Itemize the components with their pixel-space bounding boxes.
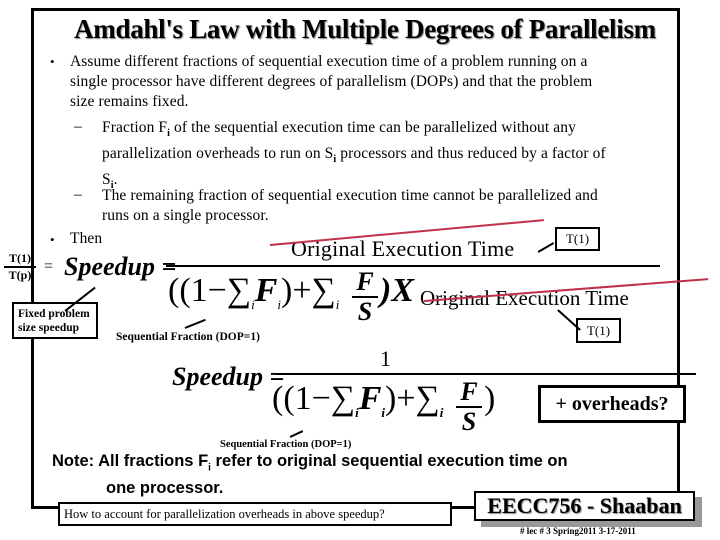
bullet-icon: • bbox=[50, 232, 55, 247]
fraction-F-over-S-2: F S bbox=[456, 378, 482, 436]
box-line: size speedup bbox=[18, 322, 80, 334]
frac-numerator-F: F bbox=[356, 267, 374, 296]
fixed-problem-size-box: Fixed problem size speedup bbox=[12, 302, 98, 339]
t1-box-top: T(1) bbox=[555, 227, 600, 251]
speedup-label-2: Speedup = bbox=[172, 362, 285, 391]
numerator-one: 1 bbox=[380, 346, 391, 371]
fraction-F-over-S: F S bbox=[352, 268, 378, 326]
fraction-bar-2 bbox=[276, 373, 696, 375]
frac-denominator-S: S bbox=[461, 407, 477, 436]
sub-bullet-fraction: Fraction Fi of the sequential execution … bbox=[102, 118, 606, 196]
dash-icon: – bbox=[74, 118, 82, 135]
fraction-bar bbox=[166, 265, 660, 267]
speedup-label: Speedup = bbox=[64, 252, 177, 281]
text: refer to original sequential execution t… bbox=[210, 452, 568, 470]
sub-bullet-line: parallelization overheads to run on Si p… bbox=[102, 144, 606, 170]
expr-sum-open: ((1−∑ bbox=[168, 272, 252, 309]
bullet-line: Assume different fractions of sequential… bbox=[70, 53, 588, 70]
lhs-fraction: T(1) T(p) bbox=[4, 251, 36, 283]
box-line: Fixed problem bbox=[18, 308, 90, 320]
overheads-question-box: How to account for parallelization overh… bbox=[58, 502, 452, 526]
dash-icon: – bbox=[74, 186, 82, 203]
bullet-assume: Assume different fractions of sequential… bbox=[70, 52, 592, 112]
denominator-expression: ((1−∑iFi)+∑i bbox=[168, 272, 339, 313]
text: Note: All fractions F bbox=[52, 452, 209, 470]
lhs-numerator: T(1) bbox=[9, 251, 31, 265]
expr-plus-sum: )+∑ bbox=[385, 380, 440, 417]
lecture-meta: # lec # 3 Spring2011 3-17-2011 bbox=[520, 526, 636, 536]
text: Fraction F bbox=[102, 119, 168, 136]
lhs-denominator: T(p) bbox=[8, 267, 32, 282]
sequential-fraction-label: Sequential Fraction (DOP=1) bbox=[116, 331, 260, 343]
subscript: i bbox=[335, 296, 340, 312]
frac-numerator-F: F bbox=[460, 377, 478, 406]
expr-F: F bbox=[254, 272, 278, 309]
sub-bullet-line: The remaining fraction of sequential exe… bbox=[102, 187, 598, 204]
expr-close-x: )X bbox=[380, 272, 414, 309]
expr-plus-sum: )+∑ bbox=[281, 272, 336, 309]
text: parallelization overheads to run on S bbox=[102, 145, 334, 163]
bullet-line: size remains fixed. bbox=[70, 93, 189, 110]
overheads-box: + overheads? bbox=[538, 385, 686, 423]
text: processors and thus reduced by a factor … bbox=[336, 145, 606, 163]
expr-close: ) bbox=[484, 380, 496, 417]
denominator-expression-2: ((1−∑iFi)+∑i bbox=[272, 380, 443, 421]
text: of the sequential execution time can be … bbox=[170, 119, 576, 136]
expr-sum-open: ((1−∑ bbox=[272, 380, 356, 417]
t1-box-bottom: T(1) bbox=[576, 318, 621, 343]
sub-bullet-line: runs on a single processor. bbox=[102, 207, 269, 224]
bullet-then: Then bbox=[70, 230, 103, 247]
expr-F: F bbox=[358, 380, 382, 417]
note-line: Note: All fractions Fi refer to original… bbox=[52, 451, 568, 478]
slide-title: Amdahl's Law with Multiple Degrees of Pa… bbox=[74, 14, 656, 44]
bullet-icon: • bbox=[50, 54, 55, 69]
subscript: i bbox=[439, 404, 444, 420]
frac-denominator-S: S bbox=[357, 297, 373, 326]
sequential-fraction-label-2: Sequential Fraction (DOP=1) bbox=[220, 439, 352, 450]
equals-sign: = bbox=[44, 258, 54, 275]
course-brand: EECC756 - Shaaban bbox=[474, 491, 695, 521]
sub-bullet-line: Fraction Fi of the sequential execution … bbox=[102, 118, 606, 144]
bullet-line: single processor have different degrees … bbox=[70, 73, 593, 90]
